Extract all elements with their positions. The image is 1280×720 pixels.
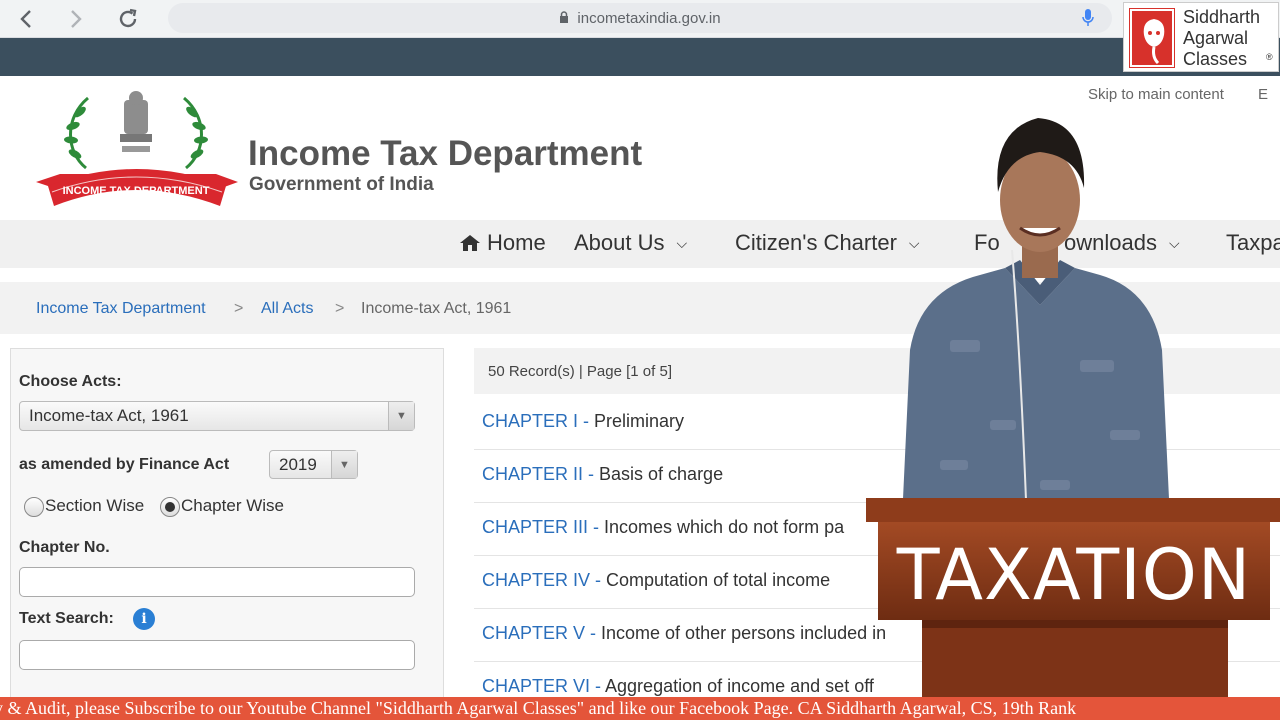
menu-item-label: Citizen's Charter [735, 230, 897, 255]
chapter-number-link[interactable]: CHAPTER III - [482, 517, 604, 537]
choose-acts-label: Choose Acts: [19, 373, 122, 390]
microphone-icon[interactable] [1082, 8, 1094, 28]
presenter-figure [902, 118, 1170, 520]
income-tax-logo[interactable]: INCOME TAX DEPARTMENT [30, 82, 242, 214]
chapter-no-label: Chapter No. [19, 539, 110, 556]
chapter-wise-radio[interactable] [160, 497, 180, 517]
lock-icon [559, 10, 569, 26]
dropdown-arrow-icon: ▼ [331, 451, 357, 478]
menu-item-label: Home [487, 230, 546, 255]
site-top-bar [0, 38, 1280, 76]
chapter-number-link[interactable]: CHAPTER VI - [482, 676, 605, 696]
menu-item-about-us[interactable]: About Us ⌵ [574, 230, 687, 256]
ganesha-icon [1129, 8, 1175, 68]
breadcrumb-income-tax-department[interactable]: Income Tax Department [36, 300, 206, 318]
department-subtitle: Government of India [249, 174, 434, 195]
menu-item-home[interactable]: Home [459, 230, 546, 256]
chapter-title: Incomes which do not form pa [604, 517, 845, 537]
info-icon[interactable]: i [133, 608, 155, 630]
dropdown-arrow-icon: ▼ [388, 402, 414, 430]
menu-item-label: About Us [574, 230, 665, 255]
forward-arrow-icon[interactable] [62, 5, 90, 33]
chapter-title: Computation of total income [606, 570, 831, 590]
section-wise-radio[interactable] [24, 497, 44, 517]
menu-item-taxpayer[interactable]: Taxpa [1226, 230, 1280, 256]
podium-label: TAXATION [896, 534, 1252, 616]
home-icon [460, 235, 480, 251]
reload-icon[interactable] [114, 5, 142, 33]
chapter-wise-label[interactable]: Chapter Wise [181, 496, 284, 516]
address-bar[interactable]: incometaxindia.gov.in [168, 3, 1112, 33]
ticker-text: y & Audit, please Subscribe to our Youtu… [0, 698, 1077, 718]
finance-act-label: as amended by Finance Act [19, 456, 230, 473]
act-select[interactable]: Income-tax Act, 1961 ▼ [19, 401, 415, 431]
text-search-label: Text Search: [19, 610, 114, 627]
chapter-number-link[interactable]: CHAPTER II - [482, 464, 599, 484]
brand-line: Agarwal [1183, 28, 1249, 48]
section-wise-label[interactable]: Section Wise [45, 496, 144, 516]
breadcrumb-current: Income-tax Act, 1961 [361, 300, 512, 317]
menu-item-label: Taxpa [1226, 230, 1280, 255]
chapter-no-input[interactable] [19, 567, 415, 597]
text-search-input[interactable] [19, 640, 415, 670]
finance-year-value: 2019 [279, 454, 317, 474]
chapter-number-link[interactable]: CHAPTER V - [482, 623, 601, 643]
chapter-title: Basis of charge [599, 464, 724, 484]
skip-language-link[interactable]: E [1258, 86, 1268, 103]
news-ticker: y & Audit, please Subscribe to our Youtu… [0, 697, 1280, 720]
chapter-title: Aggregation of income and set off [605, 676, 874, 696]
screen: incometaxindia.gov.in Skip to main conte… [0, 0, 1280, 720]
registered-mark: ® [1266, 52, 1273, 62]
brand-line: Classes [1183, 49, 1248, 69]
breadcrumb-separator: > [234, 300, 244, 317]
finance-year-select[interactable]: 2019 ▼ [269, 450, 358, 479]
browser-toolbar: incometaxindia.gov.in [0, 0, 1280, 38]
department-title: Income Tax Department [248, 134, 643, 173]
chapter-number-link[interactable]: CHAPTER IV - [482, 570, 606, 590]
breadcrumb-all-acts[interactable]: All Acts [261, 300, 313, 318]
chapter-title: Income of other persons included in [601, 623, 887, 643]
channel-logo: Siddharth Agarwal Classes ® [1123, 2, 1279, 72]
brand-line: Siddharth [1183, 7, 1261, 27]
filter-panel: Choose Acts: Income-tax Act, 1961 ▼ as a… [10, 348, 444, 708]
back-arrow-icon[interactable] [12, 5, 40, 33]
url-text: incometaxindia.gov.in [577, 9, 721, 27]
breadcrumb-separator: > [335, 300, 345, 317]
chevron-down-icon: ⌵ [676, 234, 688, 251]
logo-text: INCOME TAX DEPARTMENT [63, 185, 210, 197]
chapter-number-link[interactable]: CHAPTER I - [482, 411, 594, 431]
chapter-title: Preliminary [594, 411, 685, 431]
act-select-value: Income-tax Act, 1961 [29, 406, 189, 425]
